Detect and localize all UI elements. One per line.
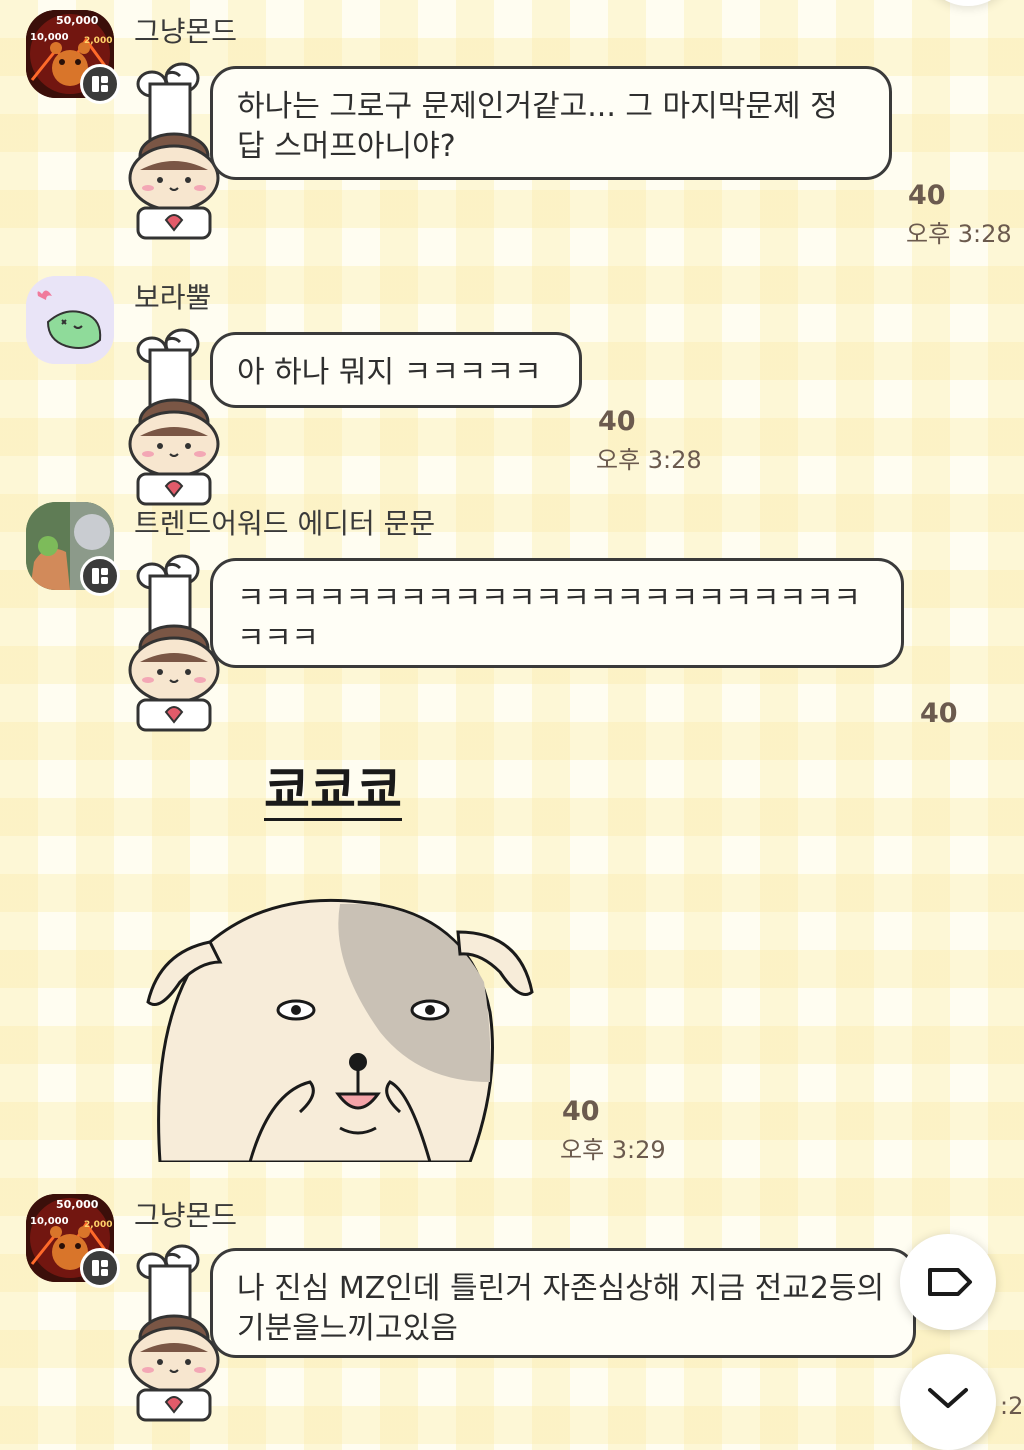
tag-button[interactable] <box>900 1234 996 1330</box>
message-time: 오후 3:29 <box>560 1136 666 1164</box>
avatar-text: 2,000 <box>84 1220 113 1230</box>
avatar-text: 50,000 <box>56 1198 99 1211</box>
tag-icon <box>928 1268 972 1296</box>
chef-character-image <box>128 62 220 240</box>
partial-time: :2 <box>1000 1392 1024 1420</box>
dog-sticker-image <box>146 898 534 1162</box>
scroll-down-button[interactable] <box>900 1354 996 1450</box>
message-text: 하나는 그로구 문제인거같고... 그 마지막문제 정답 스머프아니야? <box>237 89 838 164</box>
unread-count: 40 <box>920 698 958 729</box>
chef-character-image <box>128 554 220 732</box>
avatar-text: 50,000 <box>56 14 99 27</box>
avatar-text: 2,000 <box>84 36 113 46</box>
chef-character-image <box>128 328 220 506</box>
sender-name: 트렌드어워드 에디터 문문 <box>134 507 436 540</box>
sticker[interactable]: 쿄쿄쿄 <box>140 762 550 1162</box>
message-time: 오후 3:28 <box>906 220 1012 248</box>
bubble-profile-icon <box>80 1248 120 1288</box>
avatar[interactable] <box>26 276 114 364</box>
avatar-text: 10,000 <box>30 1216 69 1227</box>
unread-count: 40 <box>598 406 636 437</box>
message-bubble[interactable]: ㅋㅋㅋㅋㅋㅋㅋㅋㅋㅋㅋㅋㅋㅋㅋㅋㅋㅋㅋㅋㅋㅋㅋㅋㅋㅋ <box>210 558 904 668</box>
chat-message: 50,000 10,000 2,000 그냥몬드 나 진심 MZ인데 틀린거 자… <box>0 1184 1024 1428</box>
chevron-down-icon <box>928 1388 968 1408</box>
sender-name: 그냥몬드 <box>134 15 238 48</box>
message-bubble[interactable]: 나 진심 MZ인데 틀린거 자존심상해 지금 전교2등의기분을느끼고있음 <box>210 1248 916 1358</box>
message-text: 아 하나 뭐지 ㅋㅋㅋㅋㅋ <box>237 355 542 390</box>
sender-name: 보라뿔 <box>134 281 212 314</box>
message-text: 나 진심 MZ인데 틀린거 자존심상해 지금 전교2등의기분을느끼고있음 <box>237 1271 885 1346</box>
avatar-image <box>26 276 114 364</box>
chat-message: 50,000 10,000 2,000 그냥몬드 하나는 그로구 문제인거같고.… <box>0 0 1024 262</box>
chat-message: 트렌드어워드 에디터 문문 ㅋㅋㅋㅋㅋㅋㅋㅋㅋㅋㅋㅋㅋㅋㅋㅋㅋㅋㅋㅋㅋㅋㅋㅋㅋㅋ… <box>0 496 1024 1166</box>
bubble-profile-icon <box>80 64 120 104</box>
message-time: 오후 3:28 <box>596 446 702 474</box>
chef-character-image <box>128 1244 220 1422</box>
sender-name: 그냥몬드 <box>134 1199 238 1232</box>
bubble-profile-icon <box>80 556 120 596</box>
avatar-text: 10,000 <box>30 32 69 43</box>
unread-count: 40 <box>562 1096 600 1127</box>
sticker-caption: 쿄쿄쿄 <box>264 761 402 821</box>
message-bubble[interactable]: 하나는 그로구 문제인거같고... 그 마지막문제 정답 스머프아니야? <box>210 66 892 180</box>
unread-count: 40 <box>908 180 946 211</box>
chat-message: 보라뿔 아 하나 뭐지 ㅋㅋㅋㅋㅋ 40 오후 3:28 <box>0 270 1024 506</box>
message-bubble[interactable]: 아 하나 뭐지 ㅋㅋㅋㅋㅋ <box>210 332 582 408</box>
message-text: ㅋㅋㅋㅋㅋㅋㅋㅋㅋㅋㅋㅋㅋㅋㅋㅋㅋㅋㅋㅋㅋㅋㅋㅋㅋㅋ <box>237 581 861 656</box>
